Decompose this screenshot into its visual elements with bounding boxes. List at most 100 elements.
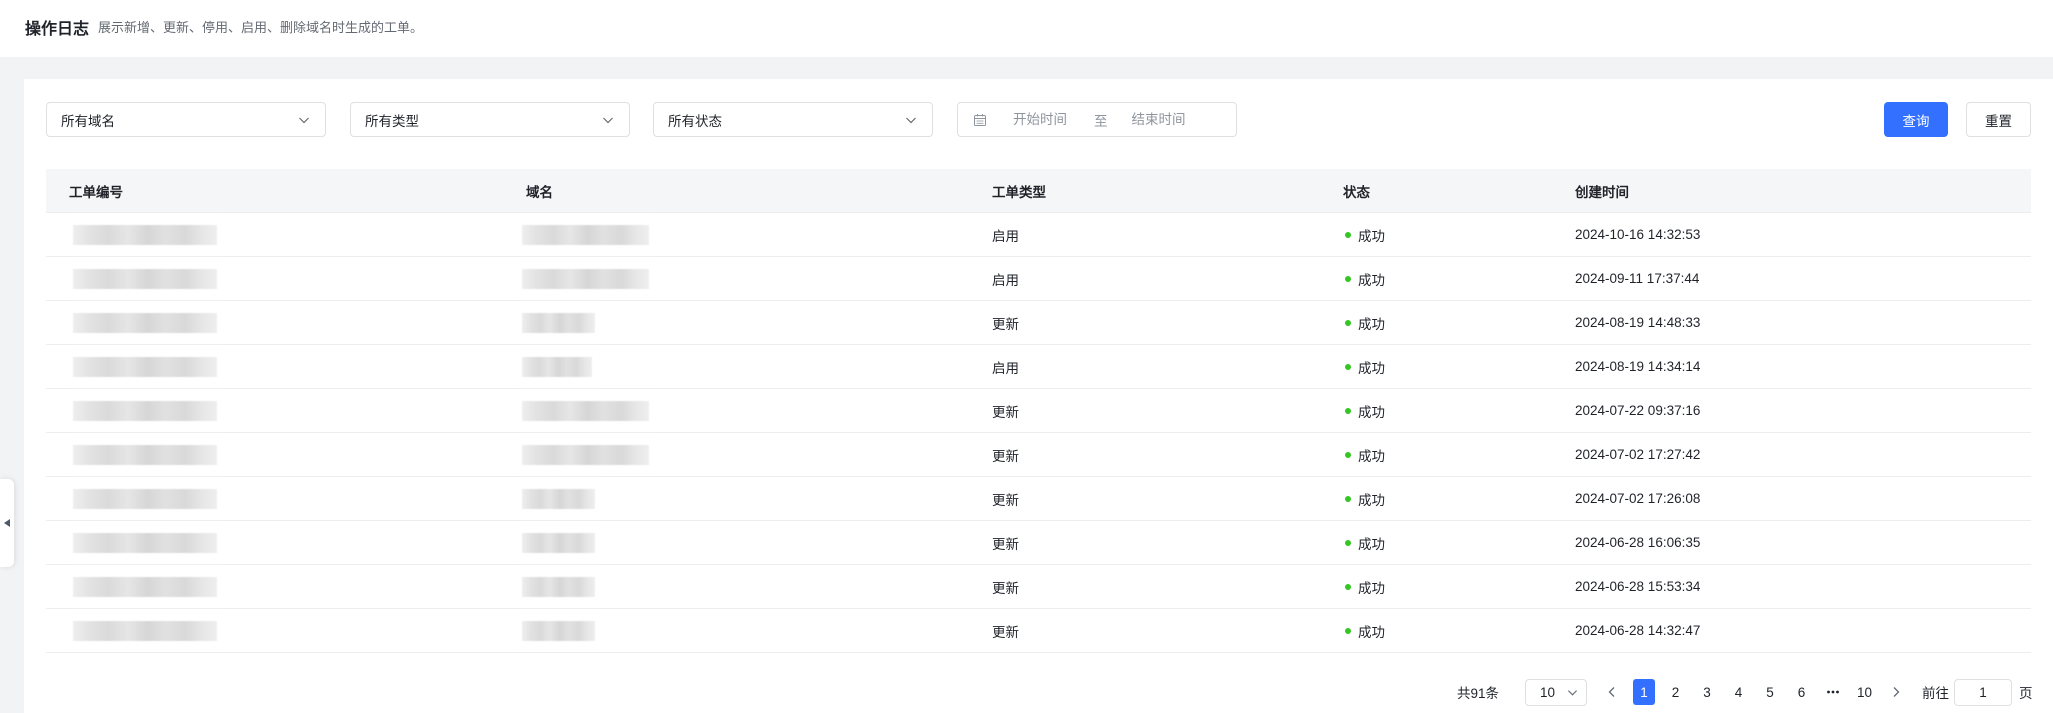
status-text: 成功 — [1358, 404, 1385, 420]
redacted-domain — [522, 488, 595, 509]
order-type-cell: 更新 — [992, 404, 1019, 420]
order-id-cell — [46, 301, 503, 344]
column-header-created-time: 创建时间 — [1575, 184, 1629, 200]
table-header: 工单编号 域名 工单类型 状态 创建时间 — [46, 169, 2031, 213]
redacted-domain — [522, 312, 595, 333]
order-id-cell — [46, 521, 503, 564]
status-cell: 成功 — [1320, 345, 1552, 388]
order-type-cell: 更新 — [992, 448, 1019, 464]
order-id-cell — [46, 389, 503, 432]
domain-cell — [503, 213, 969, 256]
status-dot-icon — [1345, 231, 1351, 238]
order-id-cell — [46, 565, 503, 608]
pager-pages: 123456 — [1633, 679, 1822, 705]
status-text: 成功 — [1358, 580, 1385, 596]
sidebar-collapse-toggle[interactable] — [0, 479, 14, 567]
redacted-domain — [522, 224, 649, 245]
ellipsis-icon — [1826, 689, 1840, 695]
pager-more-button[interactable] — [1822, 679, 1844, 705]
status-select-value: 所有状态 — [668, 113, 722, 129]
pager-page-5[interactable]: 5 — [1759, 679, 1781, 705]
status-dot-icon — [1345, 451, 1351, 458]
query-button[interactable]: 查询 — [1884, 102, 1948, 137]
redacted-domain — [522, 400, 649, 421]
start-date-input[interactable] — [1013, 107, 1073, 132]
order-id-cell — [46, 213, 503, 256]
domain-cell — [503, 565, 969, 608]
redacted-domain — [522, 444, 649, 465]
table-row: 更新 成功 2024-06-28 16:06:35 — [46, 521, 2031, 565]
pager-page-4[interactable]: 4 — [1728, 679, 1750, 705]
column-header-status: 状态 — [1343, 184, 1370, 200]
filter-bar: 所有域名 所有类型 所有状态 开始时间 至 结束时间 查询 重置 — [24, 102, 2053, 137]
domain-cell — [503, 345, 969, 388]
status-text: 成功 — [1358, 316, 1385, 332]
page-header: 操作日志 展示新增、更新、停用、启用、删除域名时生成的工单。 — [0, 0, 2053, 57]
date-range-picker[interactable]: 至 — [957, 102, 1237, 137]
domain-cell — [503, 389, 969, 432]
status-text: 成功 — [1358, 228, 1385, 244]
pager-page-6[interactable]: 6 — [1791, 679, 1813, 705]
status-cell: 成功 — [1320, 301, 1552, 344]
redacted-order-id — [73, 444, 217, 465]
order-id-cell — [46, 345, 503, 388]
column-header-domain: 域名 — [526, 184, 553, 200]
order-type-cell: 更新 — [992, 492, 1019, 508]
table-body: 启用 成功 2024-10-16 14:32:53 启用 成功 2024-09-11 17… — [46, 213, 2031, 653]
chevron-right-icon — [1891, 686, 1901, 698]
pager-page-last[interactable]: 10 — [1854, 679, 1876, 705]
table-row: 更新 成功 2024-06-28 14:32:47 — [46, 609, 2031, 653]
page-title: 操作日志 — [25, 20, 90, 38]
redacted-domain — [522, 620, 595, 641]
type-select[interactable]: 所有类型 — [350, 102, 630, 137]
reset-button[interactable]: 重置 — [1966, 102, 2031, 137]
status-text: 成功 — [1358, 492, 1385, 508]
status-dot-icon — [1345, 407, 1351, 414]
order-type-cell: 更新 — [992, 316, 1019, 332]
table-row: 更新 成功 2024-07-02 17:26:08 — [46, 477, 2031, 521]
status-cell: 成功 — [1320, 257, 1552, 300]
pager-page-2[interactable]: 2 — [1665, 679, 1687, 705]
order-type-cell: 启用 — [992, 272, 1019, 288]
created-time-cell: 2024-08-19 14:34:14 — [1575, 359, 1701, 374]
chevron-down-icon — [1567, 687, 1578, 698]
pager-page-1[interactable]: 1 — [1633, 679, 1656, 705]
redacted-order-id — [73, 312, 217, 333]
redacted-order-id — [73, 620, 217, 641]
date-range-separator: 至 — [1094, 113, 1108, 129]
pager-prev-button[interactable] — [1601, 679, 1623, 705]
calendar-icon — [973, 113, 987, 127]
status-select[interactable]: 所有状态 — [653, 102, 933, 137]
order-type-cell: 启用 — [992, 360, 1019, 376]
table-row: 更新 成功 2024-07-02 17:27:42 — [46, 433, 2031, 477]
table-row: 更新 成功 2024-08-19 14:48:33 — [46, 301, 2031, 345]
status-dot-icon — [1345, 583, 1351, 590]
column-header-order-type: 工单类型 — [992, 184, 1046, 200]
chevron-left-icon — [1607, 686, 1617, 698]
page-size-value: 10 — [1540, 684, 1556, 700]
page-size-select[interactable]: 10 — [1525, 678, 1588, 706]
status-text: 成功 — [1358, 536, 1385, 552]
order-id-cell — [46, 257, 503, 300]
redacted-domain — [522, 356, 592, 377]
redacted-domain — [522, 576, 595, 597]
domain-select-value: 所有域名 — [61, 113, 115, 129]
redacted-order-id — [73, 400, 217, 421]
domain-cell — [503, 477, 969, 520]
order-type-cell: 更新 — [992, 536, 1019, 552]
status-cell: 成功 — [1320, 213, 1552, 256]
created-time-cell: 2024-10-16 14:32:53 — [1575, 227, 1701, 242]
status-dot-icon — [1345, 363, 1351, 370]
table-row: 更新 成功 2024-07-22 09:37:16 — [46, 389, 2031, 433]
redacted-domain — [522, 532, 595, 553]
table-row: 启用 成功 2024-10-16 14:32:53 — [46, 213, 2031, 257]
pager-next-button[interactable] — [1885, 679, 1907, 705]
pager-goto-input[interactable] — [1954, 678, 2013, 706]
redacted-order-id — [73, 268, 217, 289]
status-cell: 成功 — [1320, 433, 1552, 476]
pager-page-3[interactable]: 3 — [1696, 679, 1718, 705]
domain-cell — [503, 609, 969, 652]
end-date-input[interactable] — [1131, 107, 1202, 132]
domain-select[interactable]: 所有域名 — [46, 102, 326, 137]
status-cell: 成功 — [1320, 609, 1552, 652]
